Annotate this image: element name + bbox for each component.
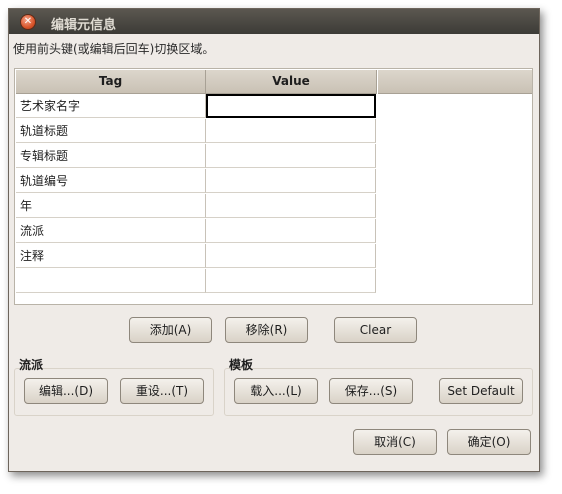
tag-cell: 年 [16, 194, 206, 218]
hint-text: 使用前头键(或编辑后回车)切换区域。 [13, 42, 215, 56]
edit-metadata-dialog: ✕ 编辑元信息 使用前头键(或编辑后回车)切换区域。 Tag Value 艺术家… [8, 8, 540, 472]
add-button[interactable]: 添加(A) [129, 317, 212, 343]
header-filler [378, 70, 532, 94]
value-cell[interactable] [206, 119, 376, 143]
set-default-button[interactable]: Set Default [439, 378, 523, 404]
clear-button[interactable]: Clear [334, 317, 417, 343]
value-cell[interactable] [206, 244, 376, 268]
title-bar: ✕ 编辑元信息 [9, 9, 539, 34]
table-row[interactable]: 流派 [16, 219, 376, 243]
table-row[interactable]: 年 [16, 194, 376, 218]
value-cell-active[interactable] [206, 94, 376, 118]
table-row[interactable]: 轨道标题 [16, 119, 376, 143]
table-row[interactable]: 轨道编号 [16, 169, 376, 193]
value-cell[interactable] [206, 219, 376, 243]
close-icon[interactable]: ✕ [20, 14, 36, 30]
load-template-button[interactable]: 载入...(L) [234, 378, 318, 404]
table-row[interactable]: 专辑标题 [16, 144, 376, 168]
save-template-button[interactable]: 保存...(S) [329, 378, 413, 404]
column-header-tag[interactable]: Tag [16, 70, 206, 94]
table-row[interactable]: 艺术家名字 [16, 94, 376, 118]
tag-cell: 专辑标题 [16, 144, 206, 168]
window-title: 编辑元信息 [51, 18, 117, 33]
table-row[interactable] [16, 269, 376, 293]
ok-button[interactable]: 确定(O) [447, 429, 531, 455]
value-cell[interactable] [206, 144, 376, 168]
tag-cell: 艺术家名字 [16, 94, 206, 118]
template-group-title: 模板 [229, 358, 254, 372]
edit-genre-button[interactable]: 编辑...(D) [24, 378, 108, 404]
value-cell[interactable] [206, 169, 376, 193]
table-row[interactable]: 注释 [16, 244, 376, 268]
genre-group-title: 流派 [19, 358, 44, 372]
value-cell[interactable] [206, 194, 376, 218]
tag-cell: 注释 [16, 244, 206, 268]
metadata-table: Tag Value 艺术家名字 轨道标题 专辑标题 轨道编号 年 流派 注释 [14, 68, 533, 305]
column-header-value[interactable]: Value [206, 70, 377, 94]
value-cell[interactable] [206, 269, 376, 293]
reset-genre-button[interactable]: 重设...(T) [120, 378, 204, 404]
cancel-button[interactable]: 取消(C) [353, 429, 437, 455]
tag-cell: 流派 [16, 219, 206, 243]
tag-cell: 轨道编号 [16, 169, 206, 193]
tag-cell[interactable] [16, 269, 206, 293]
remove-button[interactable]: 移除(R) [225, 317, 308, 343]
tag-cell: 轨道标题 [16, 119, 206, 143]
